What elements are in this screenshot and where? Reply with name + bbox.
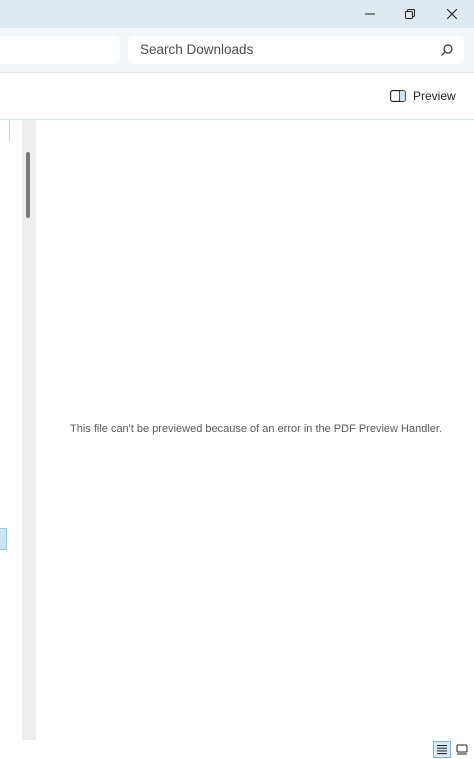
search-input[interactable] [140, 42, 420, 57]
large-icons-view-button[interactable] [453, 741, 471, 758]
large-icons-view-icon [456, 744, 468, 755]
scrollbar-thumb[interactable] [26, 152, 30, 218]
preview-error-message: This file can't be previewed because of … [69, 423, 442, 435]
preview-pane: This file can't be previewed because of … [36, 120, 474, 740]
file-list-pane[interactable] [0, 120, 22, 740]
file-explorer-window: Preview This file can't be previewed bec… [0, 0, 474, 759]
details-view-icon [437, 745, 447, 755]
minimize-button[interactable] [350, 0, 390, 28]
selected-file-row[interactable] [0, 528, 7, 550]
status-bar [0, 740, 474, 759]
title-bar [0, 0, 474, 28]
close-icon [447, 9, 457, 19]
address-bar[interactable] [0, 36, 120, 64]
restore-button[interactable] [390, 0, 430, 28]
preview-pane-icon [390, 90, 406, 102]
minimize-icon [365, 13, 375, 15]
command-bar: Preview [0, 73, 474, 120]
restore-icon [405, 9, 415, 19]
close-button[interactable] [432, 0, 472, 28]
preview-button[interactable]: Preview [390, 85, 456, 107]
details-view-button[interactable] [433, 741, 451, 758]
search-icon[interactable] [440, 43, 454, 57]
search-box[interactable] [128, 36, 464, 64]
address-bar-row [0, 28, 474, 73]
preview-button-label: Preview [413, 89, 456, 103]
column-divider [9, 120, 10, 142]
